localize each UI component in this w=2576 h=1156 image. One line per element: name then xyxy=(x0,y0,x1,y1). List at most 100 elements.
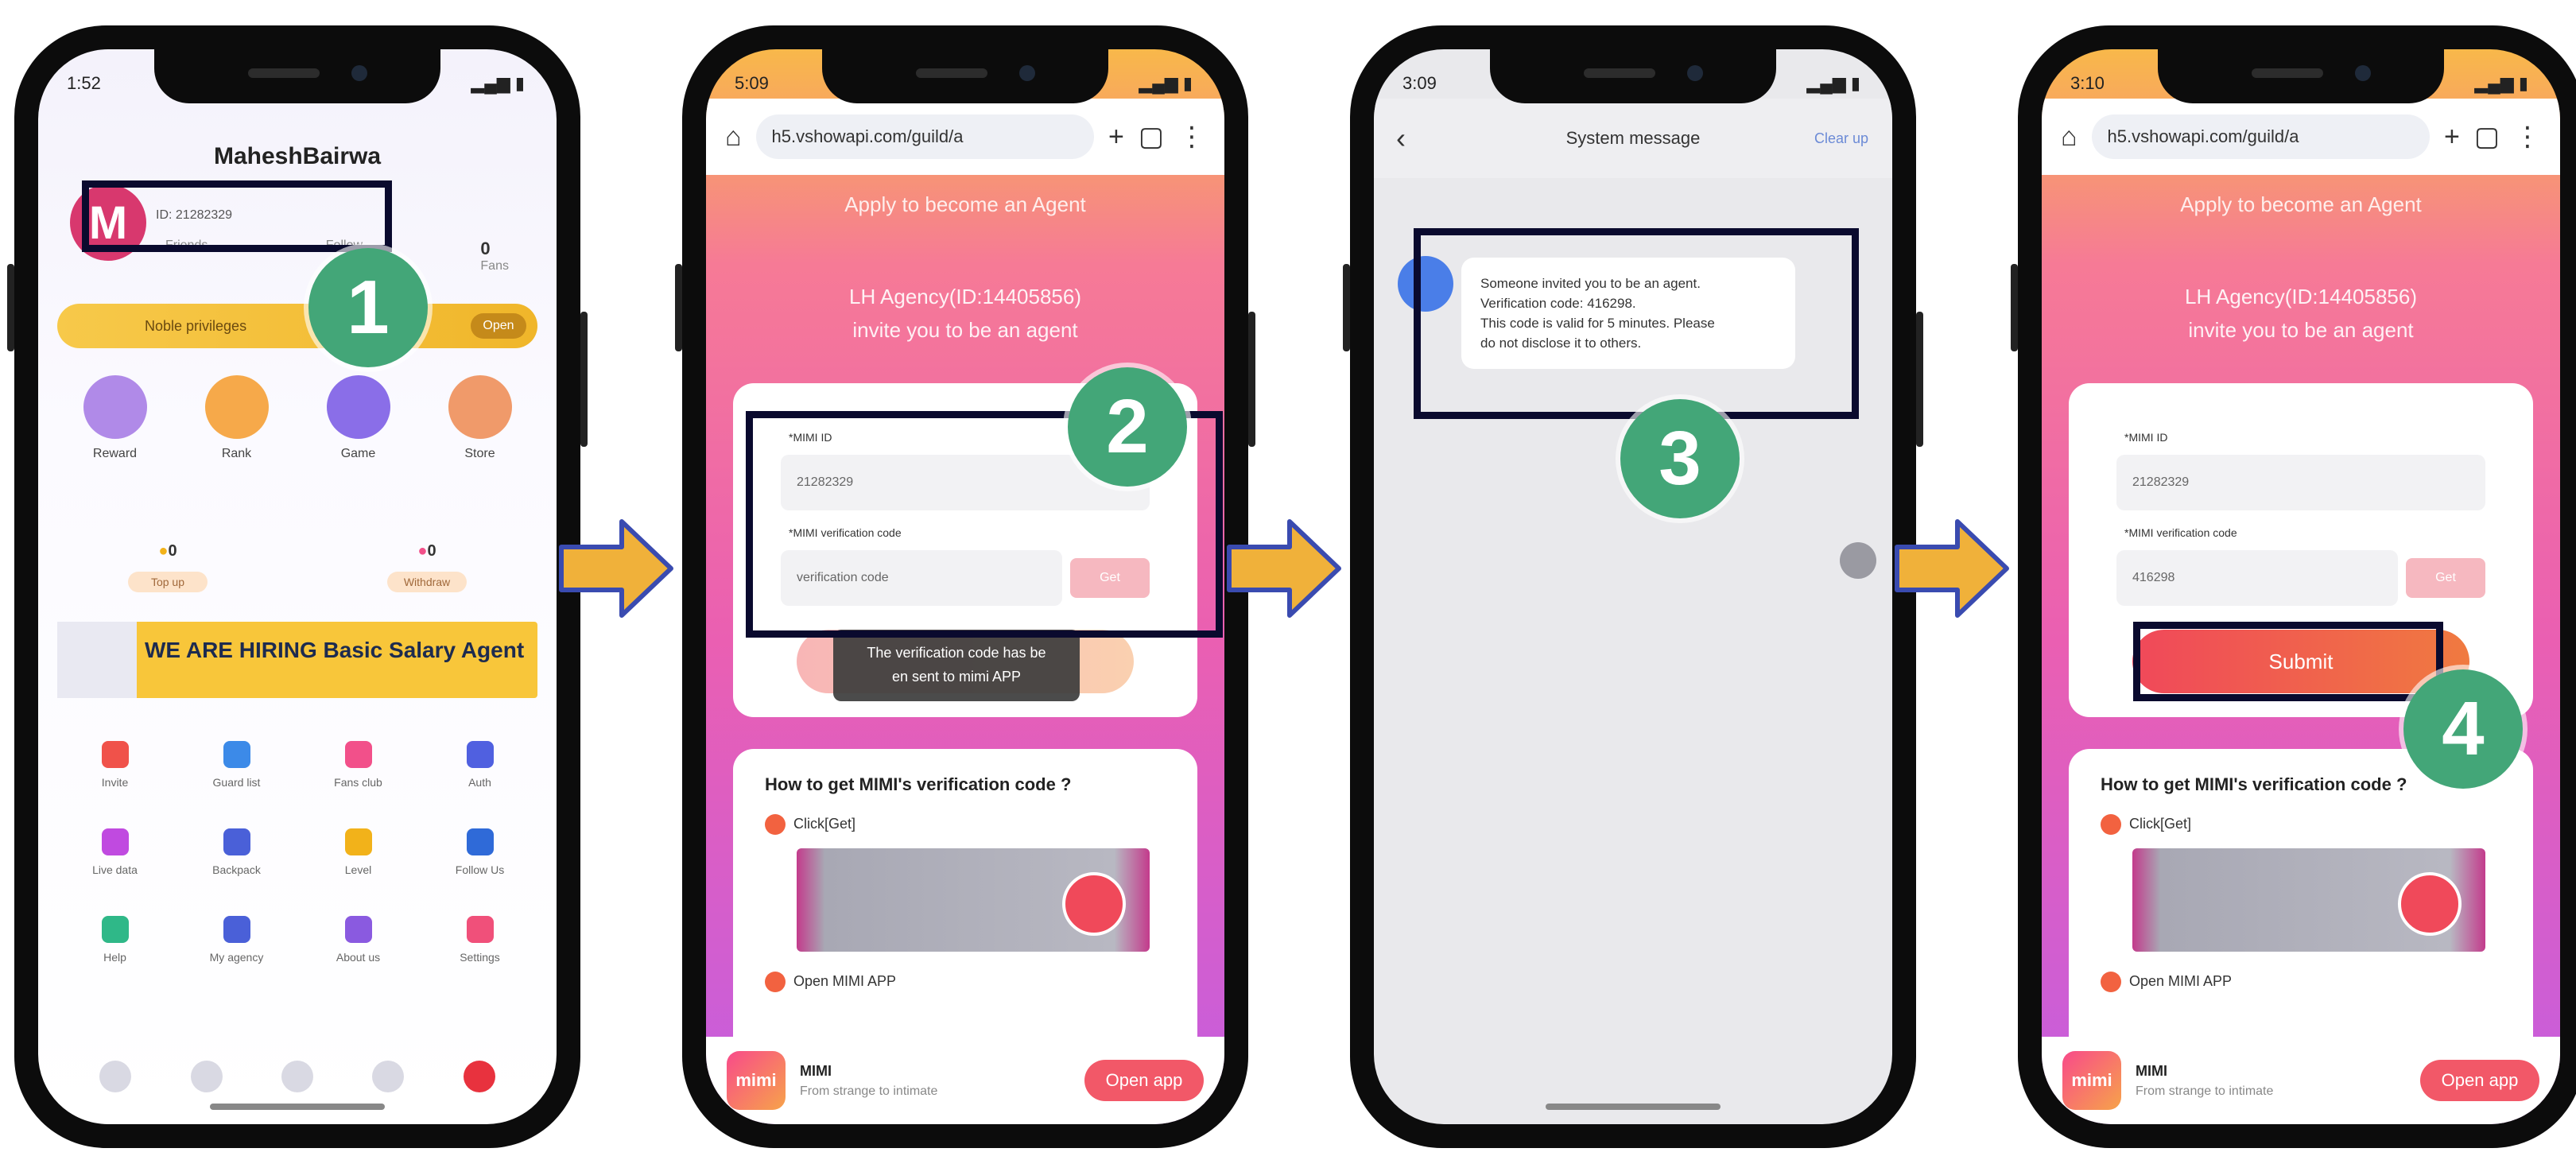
menu-row-2: Live data Backpack Level Follow Us xyxy=(54,828,541,876)
game-icon xyxy=(326,375,390,439)
video-icon xyxy=(101,828,129,855)
kebab-menu-icon[interactable]: ⋮ xyxy=(1178,121,1205,153)
me-tab-icon[interactable] xyxy=(463,1061,495,1092)
info-icon xyxy=(344,916,372,943)
home-icon[interactable]: ⌂ xyxy=(725,122,742,153)
address-bar[interactable]: h5.vshowapi.com/guild/a xyxy=(2091,114,2431,159)
home-indicator xyxy=(210,1104,385,1110)
new-tab-icon[interactable]: + xyxy=(1108,122,1124,153)
menu-guard-list[interactable]: Guard list xyxy=(181,741,293,789)
menu-row-3: Help My agency About us Settings xyxy=(54,916,541,964)
header-title: System message xyxy=(1565,128,1701,148)
mimi-id-field[interactable]: 21282329 xyxy=(2116,455,2485,510)
menu-live-data[interactable]: Live data xyxy=(60,828,171,876)
hiring-text: WE ARE HIRING Basic Salary Agent xyxy=(145,638,525,662)
app-name: MIMI xyxy=(800,1062,832,1079)
signal-icon: ▂▄▆ ▮ xyxy=(1139,73,1193,93)
backpack-icon xyxy=(223,828,250,855)
heart-icon xyxy=(344,741,372,768)
signal-icon: ▂▄▆ ▮ xyxy=(471,73,525,93)
back-arrow-icon[interactable]: ‹ xyxy=(1396,122,1406,155)
step-dot-icon xyxy=(765,814,786,835)
chat-tab-icon[interactable] xyxy=(372,1061,405,1092)
menu-settings[interactable]: Settings xyxy=(425,916,536,964)
top-up-button[interactable]: Top up xyxy=(128,572,208,592)
page-title: Apply to become an Agent xyxy=(844,192,1086,216)
gear-icon xyxy=(466,916,494,943)
profile-screen: 1:52 ▂▄▆ ▮ MaheshBairwa M ID: 21282329 F… xyxy=(38,49,557,1124)
menu-about-us[interactable]: About us xyxy=(303,916,414,964)
menu-follow-us[interactable]: Follow Us xyxy=(425,828,536,876)
tile-store[interactable]: Store xyxy=(425,375,536,461)
star-tab-icon[interactable] xyxy=(281,1061,313,1092)
menu-level[interactable]: Level xyxy=(303,828,414,876)
how-title: How to get MIMI's verification code ? xyxy=(765,774,1072,794)
address-bar[interactable]: h5.vshowapi.com/guild/a xyxy=(755,114,1095,159)
toast-message: The verification code has be en sent to … xyxy=(833,630,1080,701)
tabs-icon[interactable]: ▢ xyxy=(1139,121,1164,153)
invite-icon xyxy=(101,741,129,768)
get-code-button[interactable]: Get xyxy=(2406,558,2485,598)
step-1: Click[Get] xyxy=(2101,814,2191,835)
phone-4: 3:10 ▂▄▆ ▮ ⌂ h5.vshowapi.com/guild/a + ▢… xyxy=(2011,25,2576,1148)
highlight-box-3 xyxy=(1414,228,1859,419)
step-1-image xyxy=(797,848,1150,952)
guard-icon xyxy=(223,741,250,768)
new-tab-icon[interactable]: + xyxy=(2444,122,2460,153)
notch xyxy=(154,49,440,103)
open-app-button[interactable]: Open app xyxy=(2420,1060,2539,1101)
app-slogan: From strange to intimate xyxy=(2136,1084,2274,1098)
agent-apply-screen: 5:09 ▂▄▆ ▮ ⌂ h5.vshowapi.com/guild/a + ▢… xyxy=(706,49,1224,1124)
step-badge-4: 4 xyxy=(2403,669,2523,789)
menu-my-agency[interactable]: My agency xyxy=(181,916,293,964)
open-app-button[interactable]: Open app xyxy=(1084,1060,1204,1101)
signal-icon: ▂▄▆ ▮ xyxy=(2474,73,2528,93)
auth-icon xyxy=(466,741,494,768)
status-time: 5:09 xyxy=(735,73,769,93)
feature-tiles: Reward Rank Game Store xyxy=(54,375,541,461)
arrow-right-icon xyxy=(1227,519,1341,618)
kebab-menu-icon[interactable]: ⋮ xyxy=(2514,121,2541,153)
highlight-box-1 xyxy=(82,180,392,252)
noble-privileges-banner[interactable]: Noble privileges Open xyxy=(57,304,537,348)
status-time: 3:10 xyxy=(2070,73,2105,93)
edit-pencil-icon[interactable] xyxy=(1840,542,1876,579)
menu-backpack[interactable]: Backpack xyxy=(181,828,293,876)
tile-rank[interactable]: Rank xyxy=(181,375,293,461)
heart-tab-icon[interactable] xyxy=(99,1061,132,1092)
arrow-right-icon xyxy=(559,519,673,618)
get-highlight-icon xyxy=(2398,872,2462,936)
mimi-id-label: *MIMI ID xyxy=(2124,431,2168,444)
how-to-section: How to get MIMI's verification code ? Cl… xyxy=(733,749,1197,1045)
app-name: MIMI xyxy=(2136,1062,2167,1079)
step-1: Click[Get] xyxy=(765,814,855,835)
facebook-icon xyxy=(466,828,494,855)
menu-help[interactable]: Help xyxy=(60,916,171,964)
app-slogan: From strange to intimate xyxy=(800,1084,938,1098)
clear-up-button[interactable]: Clear up xyxy=(1814,130,1868,147)
home-icon[interactable]: ⌂ xyxy=(2061,122,2077,153)
vip-open-button[interactable]: Open xyxy=(471,313,526,339)
stat-fans[interactable]: 0 Fans xyxy=(480,239,509,273)
menu-fans-club[interactable]: Fans club xyxy=(303,741,414,789)
menu-auth[interactable]: Auth xyxy=(425,741,536,789)
hiring-banner[interactable]: WE ARE HIRING Basic Salary Agent xyxy=(57,622,537,698)
verification-code-field[interactable]: 416298 xyxy=(2116,550,2398,606)
tile-reward[interactable]: Reward xyxy=(60,375,171,461)
browser-toolbar: ⌂ h5.vshowapi.com/guild/a + ▢ ⋮ xyxy=(2042,99,2560,175)
mimi-logo-icon: mimi xyxy=(2062,1051,2121,1110)
hiring-image xyxy=(57,622,137,698)
tabs-icon[interactable]: ▢ xyxy=(2474,121,2500,153)
step-badge-1: 1 xyxy=(308,248,428,367)
tile-game[interactable]: Game xyxy=(303,375,414,461)
store-icon xyxy=(448,375,512,439)
menu-invite[interactable]: Invite xyxy=(60,741,171,789)
coin-balance: ●0 Top up xyxy=(128,542,208,592)
withdraw-button[interactable]: Withdraw xyxy=(387,572,467,592)
page-title: Apply to become an Agent xyxy=(2180,192,2422,216)
video-tab-icon[interactable] xyxy=(190,1061,223,1092)
app-banner: mimi MIMI From strange to intimate Open … xyxy=(706,1037,1224,1124)
step-dot-icon xyxy=(765,972,786,992)
step-badge-2: 2 xyxy=(1068,367,1187,487)
phone-3: 3:09 ▂▄▆ ▮ ‹ System message Clear up Som… xyxy=(1343,25,1923,1148)
